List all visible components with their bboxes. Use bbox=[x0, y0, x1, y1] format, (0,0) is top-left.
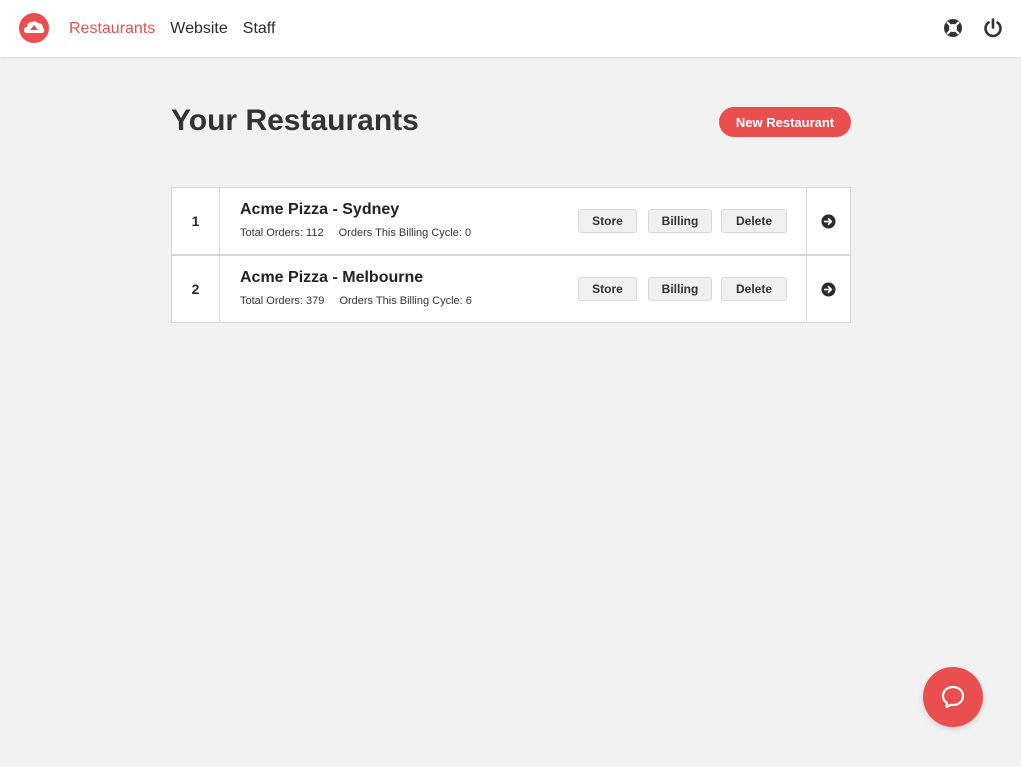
billing-cycle-orders: Orders This Billing Cycle: 6 bbox=[339, 295, 472, 307]
nav-item-restaurants[interactable]: Restaurants bbox=[69, 20, 155, 38]
open-restaurant-button[interactable] bbox=[806, 256, 850, 322]
app-logo[interactable] bbox=[18, 12, 50, 44]
new-restaurant-button[interactable]: New Restaurant bbox=[719, 107, 851, 137]
help-lifebuoy-icon[interactable] bbox=[942, 17, 964, 39]
arrow-right-circle-icon bbox=[821, 213, 836, 229]
nav-item-staff[interactable]: Staff bbox=[243, 20, 276, 38]
chat-launcher-button[interactable] bbox=[923, 667, 983, 727]
billing-button[interactable]: Billing bbox=[648, 277, 712, 301]
delete-button[interactable]: Delete bbox=[721, 277, 787, 301]
total-orders: Total Orders: 379 bbox=[240, 295, 325, 307]
nav-item-website[interactable]: Website bbox=[170, 20, 228, 38]
restaurant-row: 1 Acme Pizza - Sydney Total Orders: 112 … bbox=[171, 187, 851, 255]
restaurant-stats: Total Orders: 112 Orders This Billing Cy… bbox=[240, 227, 471, 239]
restaurant-stats: Total Orders: 379 Orders This Billing Cy… bbox=[240, 295, 472, 307]
restaurant-list: 1 Acme Pizza - Sydney Total Orders: 112 … bbox=[171, 187, 851, 323]
billing-cycle-orders: Orders This Billing Cycle: 0 bbox=[338, 227, 472, 239]
arrow-right-circle-icon bbox=[821, 281, 836, 297]
top-navbar: Restaurants Website Staff bbox=[0, 0, 1021, 57]
row-index: 2 bbox=[172, 256, 220, 322]
restaurant-name: Acme Pizza - Sydney bbox=[240, 201, 400, 218]
page-title: Your Restaurants bbox=[171, 104, 419, 137]
main-nav: Restaurants Website Staff bbox=[69, 0, 290, 57]
chat-bubble-icon bbox=[941, 685, 965, 709]
store-button[interactable]: Store bbox=[578, 209, 637, 233]
power-icon[interactable] bbox=[982, 17, 1004, 39]
cloud-logo-icon bbox=[19, 13, 49, 43]
delete-button[interactable]: Delete bbox=[721, 209, 787, 233]
open-restaurant-button[interactable] bbox=[806, 188, 850, 254]
restaurant-row: 2 Acme Pizza - Melbourne Total Orders: 3… bbox=[171, 255, 851, 323]
billing-button[interactable]: Billing bbox=[648, 209, 712, 233]
restaurant-name: Acme Pizza - Melbourne bbox=[240, 269, 424, 286]
row-index: 1 bbox=[172, 188, 220, 254]
total-orders: Total Orders: 112 bbox=[240, 227, 324, 239]
store-button[interactable]: Store bbox=[578, 277, 637, 301]
